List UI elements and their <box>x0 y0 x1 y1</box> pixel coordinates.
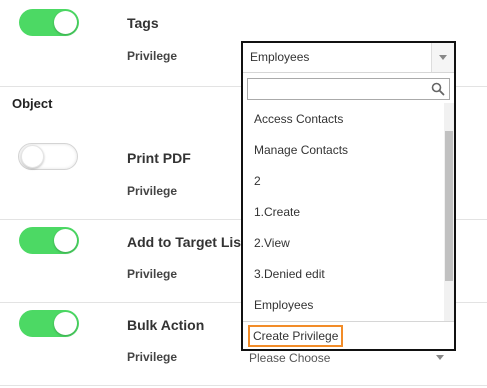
dropdown-search-input[interactable] <box>247 78 450 100</box>
chevron-down-icon <box>436 355 444 360</box>
dropdown-option[interactable]: Manage Contacts <box>254 143 348 157</box>
bulk-action-toggle[interactable] <box>19 310 79 337</box>
dropdown-option[interactable]: Access Contacts <box>254 112 343 126</box>
create-privilege-button[interactable]: Create Privilege <box>248 325 344 347</box>
privilege-label: Privilege <box>127 350 178 364</box>
row-divider <box>0 385 487 386</box>
print-pdf-toggle[interactable] <box>18 143 78 170</box>
row-title-bulk-action: Bulk Action <box>127 317 205 333</box>
privilege-label: Privilege <box>127 49 178 63</box>
dropdown-option[interactable]: Employees <box>254 298 313 312</box>
scrollbar-thumb[interactable] <box>445 131 453 281</box>
tags-toggle[interactable] <box>19 9 79 36</box>
dropdown-selected[interactable]: Employees <box>243 43 454 73</box>
dropdown-scrollbar[interactable] <box>444 103 454 321</box>
dropdown-selected-value: Employees <box>250 50 310 64</box>
dropdown-option[interactable]: 2 <box>254 174 261 188</box>
dropdown-footer: Create Privilege <box>243 321 454 349</box>
section-heading-object: Object <box>12 96 53 111</box>
toggle-knob <box>54 312 77 335</box>
privilege-dropdown[interactable]: Employees Access Contacts Manage Contact… <box>241 41 456 351</box>
add-to-target-list-toggle[interactable] <box>19 227 79 254</box>
dropdown-toggle[interactable] <box>431 43 454 72</box>
toggle-knob <box>54 11 77 34</box>
dropdown-options: Access Contacts Manage Contacts 2 1.Crea… <box>243 103 442 321</box>
search-icon <box>431 82 445 96</box>
privilege-label: Privilege <box>127 267 178 281</box>
toggle-knob <box>54 229 77 252</box>
row-title-print-pdf: Print PDF <box>127 150 191 166</box>
dropdown-option[interactable]: 3.Denied edit <box>254 267 325 281</box>
privilege-label: Privilege <box>127 184 178 198</box>
row-title-add-to-target-list: Add to Target Lis <box>127 234 242 250</box>
chevron-down-icon <box>439 55 447 60</box>
row-title-tags: Tags <box>127 15 159 31</box>
dropdown-option[interactable]: 2.View <box>254 236 290 250</box>
dropdown-option[interactable]: 1.Create <box>254 205 300 219</box>
toggle-knob <box>21 145 44 168</box>
select-value: Please Choose <box>249 351 331 365</box>
